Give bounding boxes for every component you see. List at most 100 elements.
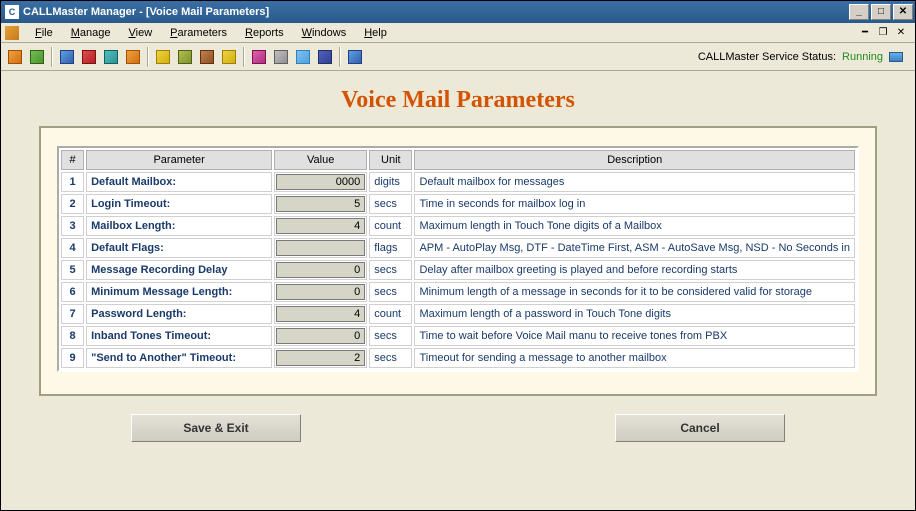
toolbar-icon-2[interactable] — [27, 47, 47, 67]
table-row[interactable]: 8Inband Tones Timeout:secsTime to wait b… — [61, 326, 855, 346]
main-window: C CALLMaster Manager - [Voice Mail Param… — [0, 0, 916, 511]
menu-manage[interactable]: Manage — [63, 25, 119, 41]
toolbar-icon-6[interactable] — [123, 47, 143, 67]
col-header-value[interactable]: Value — [274, 150, 367, 170]
description-cell: Time in seconds for mailbox log in — [414, 194, 855, 214]
col-header-description[interactable]: Description — [414, 150, 855, 170]
col-header-parameter[interactable]: Parameter — [86, 150, 272, 170]
menu-view[interactable]: View — [121, 25, 161, 41]
unit-cell: digits — [369, 172, 412, 192]
maximize-button[interactable]: □ — [871, 4, 891, 20]
row-number: 1 — [61, 172, 84, 192]
row-number: 5 — [61, 260, 84, 280]
toolbar-icon-12[interactable] — [271, 47, 291, 67]
value-input[interactable] — [276, 350, 365, 366]
toolbar-icon-3[interactable] — [57, 47, 77, 67]
value-input[interactable] — [276, 196, 365, 212]
content-area: Voice Mail Parameters # Parameter — [1, 71, 915, 510]
toolbar-icon-9[interactable] — [197, 47, 217, 67]
menu-parameters[interactable]: Parameters — [162, 25, 235, 41]
mdi-minimize-button[interactable]: ━ — [857, 26, 873, 40]
unit-cell: count — [369, 304, 412, 324]
value-input[interactable] — [276, 240, 365, 256]
description-cell: Minimum length of a message in seconds f… — [414, 282, 855, 302]
table-row[interactable]: 9"Send to Another" Timeout: secsTimeout f… — [61, 348, 855, 368]
value-cell — [274, 216, 367, 236]
menubar-app-icon — [5, 26, 19, 40]
row-number: 3 — [61, 216, 84, 236]
menu-reports[interactable]: Reports — [237, 25, 292, 41]
table-row[interactable]: 1Default Mailbox:digitsDefault mailbox f… — [61, 172, 855, 192]
value-input[interactable] — [276, 174, 365, 190]
parameter-cell: Login Timeout: — [86, 194, 272, 214]
description-cell: Delay after mailbox greeting is played a… — [414, 260, 855, 280]
value-input[interactable] — [276, 306, 365, 322]
description-cell: Maximum length of a password in Touch To… — [414, 304, 855, 324]
menu-help[interactable]: Help — [356, 25, 395, 41]
parameter-cell: Default Flags: — [86, 238, 272, 258]
toolbar-icon-8[interactable] — [175, 47, 195, 67]
value-cell — [274, 304, 367, 324]
description-cell: Time to wait before Voice Mail manu to r… — [414, 326, 855, 346]
toolbar-icon-13[interactable] — [293, 47, 313, 67]
table-row[interactable]: 2Login Timeout: secsTime in seconds for m… — [61, 194, 855, 214]
mdi-restore-button[interactable]: ❐ — [875, 26, 891, 40]
row-number: 6 — [61, 282, 84, 302]
table-row[interactable]: 6Minimum Message Length:secsMinimum leng… — [61, 282, 855, 302]
toolbar-icon-7[interactable] — [153, 47, 173, 67]
parameters-table: # Parameter Value Unit Description 1Defa… — [59, 148, 857, 370]
toolbar-icon-14[interactable] — [315, 47, 335, 67]
value-input[interactable] — [276, 284, 365, 300]
toolbar-icon-5[interactable] — [101, 47, 121, 67]
description-cell: Maximum length in Touch Tone digits of a… — [414, 216, 855, 236]
toolbar-separator — [147, 47, 149, 67]
unit-cell: secs — [369, 194, 412, 214]
description-cell: APM - AutoPlay Msg, DTF - DateTime First… — [414, 238, 855, 258]
cancel-button[interactable]: Cancel — [615, 414, 785, 442]
value-input[interactable] — [276, 218, 365, 234]
mdi-close-button[interactable]: ✕ — [893, 26, 909, 40]
value-input[interactable] — [276, 328, 365, 344]
toolbar-separator — [243, 47, 245, 67]
value-cell — [274, 348, 367, 368]
table-row[interactable]: 3Mailbox Length:countMaximum length in T… — [61, 216, 855, 236]
parameter-cell: Default Mailbox: — [86, 172, 272, 192]
parameter-cell: "Send to Another" Timeout: — [86, 348, 272, 368]
minimize-button[interactable]: _ — [849, 4, 869, 20]
menu-file[interactable]: File — [27, 25, 61, 41]
table-row[interactable]: 5Message Recording DelaysecsDelay after … — [61, 260, 855, 280]
unit-cell: secs — [369, 326, 412, 346]
toolbar-icon-15[interactable] — [345, 47, 365, 67]
parameter-cell: Message Recording Delay — [86, 260, 272, 280]
parameters-panel: # Parameter Value Unit Description 1Defa… — [39, 126, 877, 396]
value-cell — [274, 238, 367, 258]
menu-windows[interactable]: Windows — [294, 25, 355, 41]
close-button[interactable]: ✕ — [893, 4, 913, 20]
col-header-unit[interactable]: Unit — [369, 150, 412, 170]
toolbar-icon-4[interactable] — [79, 47, 99, 67]
toolbar-icon-10[interactable] — [219, 47, 239, 67]
parameter-cell: Inband Tones Timeout: — [86, 326, 272, 346]
row-number: 7 — [61, 304, 84, 324]
toolbar-icon-11[interactable] — [249, 47, 269, 67]
row-number: 2 — [61, 194, 84, 214]
unit-cell: secs — [369, 348, 412, 368]
toolbar-separator — [339, 47, 341, 67]
value-cell — [274, 172, 367, 192]
value-input[interactable] — [276, 262, 365, 278]
toolbar-separator — [51, 47, 53, 67]
row-number: 4 — [61, 238, 84, 258]
description-cell: Timeout for sending a message to another… — [414, 348, 855, 368]
status-value: Running — [842, 51, 883, 63]
row-number: 9 — [61, 348, 84, 368]
col-header-num[interactable]: # — [61, 150, 84, 170]
toolbar-icon-1[interactable] — [5, 47, 25, 67]
window-title: CALLMaster Manager - [Voice Mail Paramet… — [23, 6, 849, 18]
table-row[interactable]: 7Password Length:countMaximum length of … — [61, 304, 855, 324]
value-cell — [274, 194, 367, 214]
menu-bar: File Manage View Parameters Reports Wind… — [1, 23, 915, 43]
parameters-grid: # Parameter Value Unit Description 1Defa… — [57, 146, 859, 372]
table-row[interactable]: 4Default Flags:flagsAPM - AutoPlay Msg, … — [61, 238, 855, 258]
button-row: Save & Exit Cancel — [11, 414, 905, 442]
save-exit-button[interactable]: Save & Exit — [131, 414, 301, 442]
